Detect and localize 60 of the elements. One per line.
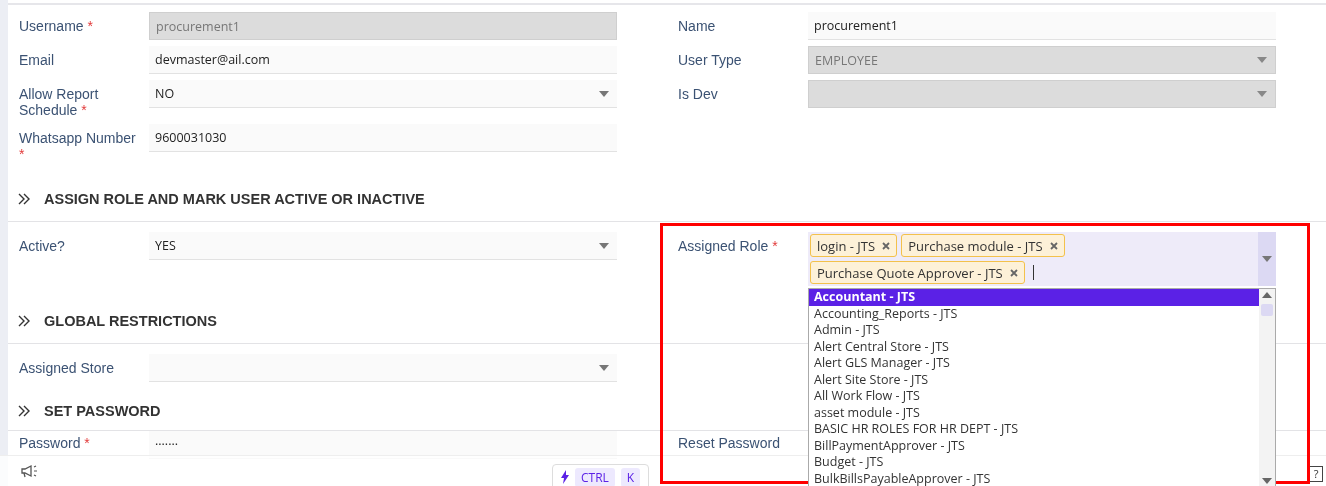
field-label: Email (19, 52, 54, 68)
dropdown-option[interactable]: Budget - JTS (809, 454, 1259, 471)
dropdown-option[interactable]: Accountant - JTS (809, 289, 1259, 306)
dropdown-option[interactable]: Accounting_Reports - JTS (809, 305, 1259, 322)
caret-icon (599, 90, 609, 97)
caret-icon (599, 242, 609, 249)
close-icon[interactable] (1009, 268, 1018, 277)
caret-icon (1257, 57, 1267, 63)
close-icon[interactable] (1049, 241, 1058, 250)
field-label: Active? (19, 238, 65, 254)
field-label: Reset Password (678, 435, 780, 451)
role-tag[interactable]: login - JTS (810, 234, 898, 257)
dropdown-option[interactable]: Alert Central Store - JTS (809, 338, 1259, 355)
select-field[interactable]: YES (149, 232, 617, 260)
field-label: Name (678, 18, 716, 34)
dropdown-option[interactable]: asset module - JTS (809, 404, 1259, 421)
select-field[interactable] (149, 354, 617, 382)
role-tag[interactable]: Purchase Quote Approver - JTS (810, 261, 1025, 284)
field-label: Assigned Role * (678, 238, 778, 254)
section-title: SET PASSWORD (44, 403, 161, 419)
down-arrow-icon[interactable] (1262, 478, 1272, 484)
key-chip: CTRL (575, 467, 615, 486)
scrollbar[interactable] (1259, 289, 1275, 486)
caret-icon (1262, 256, 1272, 262)
section-title: ASSIGN ROLE AND MARK USER ACTIVE OR INACTIVE (44, 191, 425, 207)
dropdown-option[interactable]: BASIC HR ROLES FOR HR DEPT - JTS (809, 421, 1259, 438)
text-cursor (1032, 265, 1034, 280)
input-field[interactable]: 9600031030 (149, 124, 617, 152)
dropdown-option[interactable]: BillPaymentApprover - JTS (809, 437, 1259, 454)
scrollbar-thumb[interactable] (1261, 304, 1273, 316)
multi-select-field[interactable]: login - JTS Purchase module - JTS Purchase Quote Approver - JTS (808, 232, 1276, 286)
select-field[interactable]: NO (149, 80, 617, 108)
shortcut-panel[interactable]: CTRL K (552, 464, 650, 486)
dropdown-option[interactable]: Alert Site Store - JTS (809, 371, 1259, 388)
field-label: Allow Report Schedule * (19, 86, 99, 118)
dropdown-option[interactable]: BulkBillsPayableApprover - JTS (809, 470, 1259, 486)
caret-icon (1257, 91, 1267, 97)
lightning-icon (561, 470, 569, 484)
field-label: Password * (19, 435, 90, 451)
field-label: Is Dev (678, 86, 718, 102)
dropdown-option[interactable]: Alert GLS Manager - JTS (809, 355, 1259, 372)
input-field[interactable]: procurement1 (808, 12, 1276, 40)
field-label: Whatsapp Number * (19, 130, 136, 162)
double-chevron-icon (18, 193, 30, 205)
help-button[interactable]: ? (1309, 466, 1323, 482)
double-chevron-icon (18, 405, 30, 417)
key-chip: K (620, 467, 641, 486)
dropdown-option[interactable]: Admin - JTS (809, 322, 1259, 339)
input-field[interactable]: devmaster@ail.com (149, 46, 617, 74)
close-icon[interactable] (882, 241, 891, 250)
dropdown-option[interactable]: All Work Flow - JTS (809, 388, 1259, 405)
caret-icon (599, 364, 609, 371)
field-label: User Type (678, 52, 742, 68)
role-tag[interactable]: Purchase module - JTS (901, 234, 1065, 257)
field-label: Assigned Store (19, 360, 114, 376)
section-title: GLOBAL RESTRICTIONS (44, 313, 217, 329)
double-chevron-icon (18, 315, 30, 327)
up-arrow-icon[interactable] (1262, 292, 1272, 298)
field-label: Username * (19, 18, 93, 34)
megaphone-icon[interactable] (20, 464, 40, 478)
